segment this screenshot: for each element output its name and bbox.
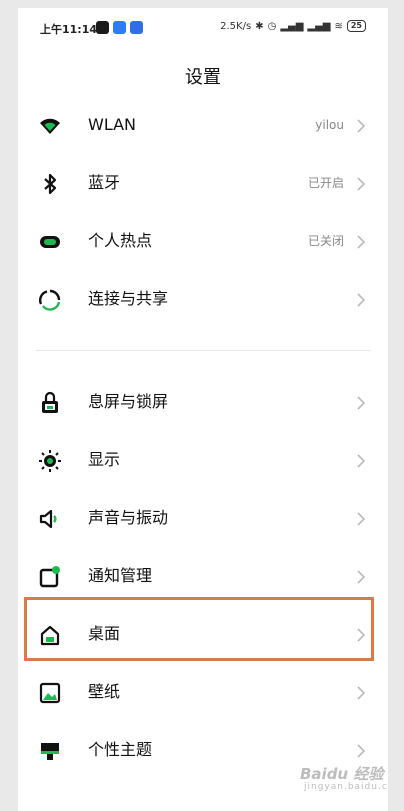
signal-icon: ▂▄▆	[307, 20, 331, 32]
share-icon	[38, 289, 61, 311]
settings-item-sound[interactable]: 声音与振动	[18, 489, 388, 547]
settings-item-label: 通知管理	[88, 566, 153, 585]
status-time: 上午11:14	[40, 23, 98, 36]
settings-item-label: 壁纸	[88, 682, 121, 701]
chevron-right-icon	[357, 396, 366, 410]
settings-item-value: yilou	[315, 118, 344, 132]
sun-icon	[39, 450, 61, 472]
signal-icon: ▂▄▆	[280, 20, 304, 32]
image-icon	[39, 682, 61, 704]
settings-item-desktop[interactable]: 桌面	[18, 605, 388, 663]
section-divider	[36, 350, 370, 351]
settings-item-label: 声音与振动	[88, 508, 169, 527]
theme-icon	[41, 743, 59, 760]
chevron-right-icon	[357, 454, 366, 468]
settings-item-wlan[interactable]: WLAN yilou	[18, 96, 388, 154]
settings-item-label: 显示	[88, 450, 121, 469]
speaker-icon	[39, 509, 57, 529]
settings-item-hotspot[interactable]: 个人热点 已关闭	[18, 212, 388, 270]
lock-icon	[42, 391, 58, 413]
battery-icon: 25	[346, 20, 366, 32]
settings-item-label: WLAN	[88, 115, 137, 134]
chevron-right-icon	[357, 744, 366, 758]
status-bar: 上午11:14 2.5K/s ✱ ◷ ▂▄▆ ▂▄▆ ≋ 25	[18, 8, 388, 50]
chevron-right-icon	[357, 512, 366, 526]
bluetooth-icon: ✱	[255, 20, 264, 32]
notification-icon	[39, 566, 60, 588]
settings-item-connection[interactable]: 连接与共享	[18, 270, 388, 328]
chevron-right-icon	[357, 628, 366, 642]
settings-item-label: 桌面	[88, 624, 121, 643]
chevron-right-icon	[357, 293, 366, 307]
settings-item-notifications[interactable]: 通知管理	[18, 547, 388, 605]
bluetooth-icon	[44, 173, 57, 195]
watermark-url: jingyan.baidu.com	[304, 782, 388, 792]
settings-item-label: 息屏与锁屏	[88, 392, 169, 411]
video-app-icon	[113, 21, 126, 34]
tiktok-icon	[96, 21, 109, 34]
chevron-right-icon	[357, 686, 366, 700]
watermark-brand: Baidu 经验	[300, 765, 384, 783]
status-indicators: 2.5K/s ✱ ◷ ▂▄▆ ▂▄▆ ≋ 25	[220, 20, 366, 32]
wifi-icon	[40, 118, 60, 134]
settings-item-value: 已开启	[307, 176, 344, 190]
chevron-right-icon	[357, 570, 366, 584]
wifi-icon: ≋	[334, 20, 343, 32]
home-icon	[40, 625, 60, 646]
hotspot-icon	[40, 236, 60, 248]
settings-item-bluetooth[interactable]: 蓝牙 已开启	[18, 154, 388, 212]
alarm-icon: ◷	[267, 20, 277, 32]
net-speed: 2.5K/s	[220, 20, 252, 32]
settings-item-label: 连接与共享	[88, 289, 169, 308]
settings-item-label: 蓝牙	[88, 173, 121, 192]
baidu-watermark: Baidu 经验 jingyan.baidu.com	[300, 763, 388, 792]
settings-item-wallpaper[interactable]: 壁纸	[18, 663, 388, 721]
settings-item-value: 已关闭	[307, 234, 344, 248]
settings-item-label: 个性主题	[88, 740, 153, 759]
settings-item-lockscreen[interactable]: 息屏与锁屏	[18, 373, 388, 431]
settings-screen: 上午11:14 2.5K/s ✱ ◷ ▂▄▆ ▂▄▆ ≋ 25 设置 WLAN …	[18, 8, 388, 811]
settings-item-label: 个人热点	[88, 231, 153, 250]
chevron-right-icon	[357, 235, 366, 249]
settings-item-display[interactable]: 显示	[18, 431, 388, 489]
app-icon	[130, 21, 143, 34]
chevron-right-icon	[357, 119, 366, 133]
chevron-right-icon	[357, 177, 366, 191]
page-title: 设置	[185, 67, 221, 88]
